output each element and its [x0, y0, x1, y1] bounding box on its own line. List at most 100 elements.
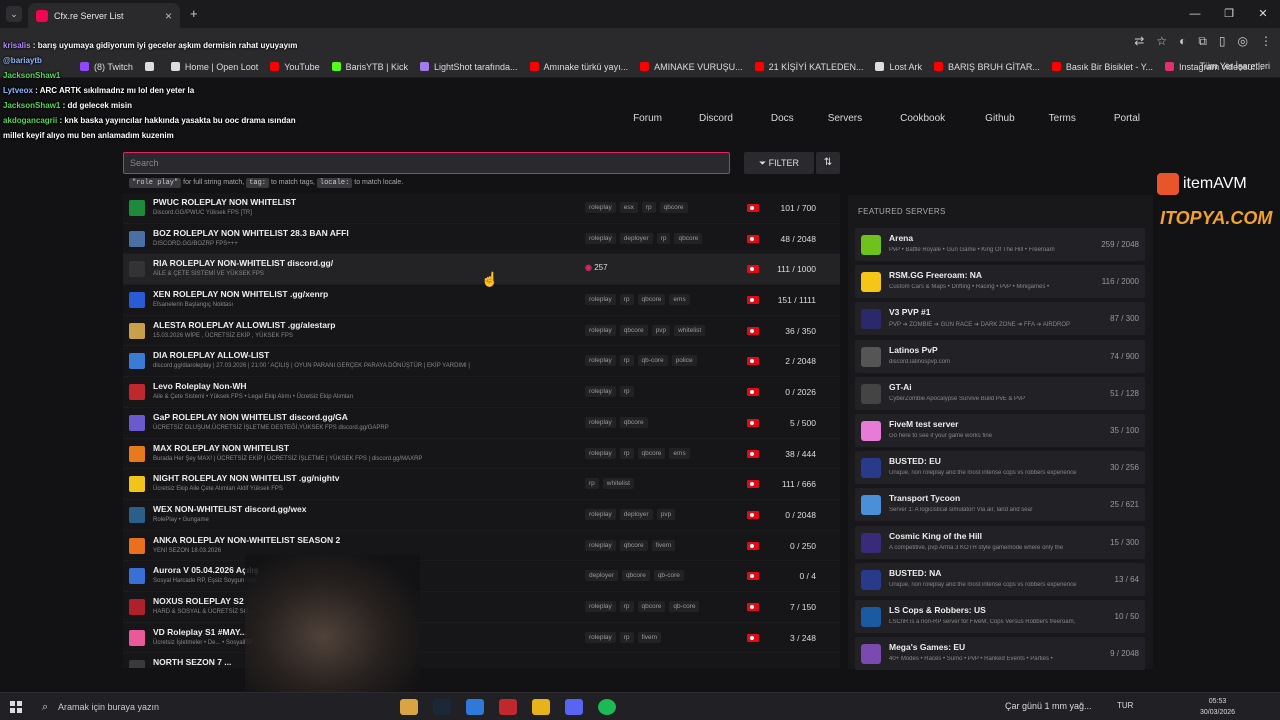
- tag[interactable]: roleplay: [585, 416, 616, 428]
- tag[interactable]: rp: [656, 232, 671, 244]
- tag[interactable]: roleplay: [585, 600, 616, 612]
- bookmark-star-icon[interactable]: ☆: [1156, 34, 1167, 49]
- server-row[interactable]: Aurora V 05.04.2026 Açılış Sosyal Harcade…: [123, 561, 840, 592]
- tag[interactable]: roleplay: [585, 232, 616, 244]
- minimize-icon[interactable]: —: [1178, 0, 1212, 28]
- close-tab-icon[interactable]: ×: [165, 9, 172, 23]
- nav-link-portal[interactable]: Portal: [1114, 113, 1140, 124]
- tag[interactable]: roleplay: [585, 447, 616, 459]
- tag[interactable]: rp: [619, 631, 634, 643]
- tag[interactable]: deployer: [619, 232, 653, 244]
- profile-icon[interactable]: ◎: [1238, 34, 1248, 49]
- tag[interactable]: deployer: [619, 508, 653, 520]
- tag[interactable]: qbcore: [619, 539, 648, 551]
- server-row[interactable]: NORTH SEZON 7 ...: [123, 653, 840, 668]
- filter-button[interactable]: ⏷ FILTER: [744, 152, 814, 174]
- tag[interactable]: qbcore: [619, 324, 648, 336]
- tag[interactable]: fivem: [637, 631, 662, 643]
- server-row[interactable]: DIA ROLEPLAY ALLOW-LIST discord.gg/diarol…: [123, 346, 840, 378]
- featured-server-item[interactable]: Cosmic King of the Hill A competitive, pv…: [855, 525, 1145, 559]
- tag[interactable]: roleplay: [585, 508, 616, 520]
- tag[interactable]: roleplay: [585, 202, 616, 213]
- tag[interactable]: rp: [619, 600, 634, 612]
- featured-server-item[interactable]: Arena PvP • Battle Royale • Gun Game • Ki…: [855, 228, 1145, 261]
- tag[interactable]: ems: [669, 294, 690, 306]
- tag[interactable]: roleplay: [585, 386, 616, 398]
- tag[interactable]: qbcore: [659, 202, 688, 213]
- tag[interactable]: qb-core: [669, 600, 700, 612]
- server-row[interactable]: XEN ROLEPLAY NON WHITELIST .gg/xenrp Efsa…: [123, 285, 840, 316]
- weather-widget[interactable]: Çar günü 1 mm yağ...: [1005, 701, 1092, 711]
- server-row[interactable]: WEX NON-WHITELIST discord.gg/wex RolePlay…: [123, 499, 840, 531]
- server-row[interactable]: NIGHT ROLEPLAY NON WHITELIST .gg/nightv Ü…: [123, 469, 840, 500]
- tag[interactable]: roleplay: [585, 631, 616, 643]
- discord-icon[interactable]: [565, 699, 583, 715]
- bookmark-item[interactable]: Lost Ark: [875, 62, 922, 72]
- server-row[interactable]: BOZ ROLEPLAY NON WHITELIST 28.3 BAN AFFI…: [123, 223, 840, 255]
- tag[interactable]: rp: [619, 447, 634, 459]
- tag[interactable]: qbcore: [637, 447, 666, 459]
- extension-icon[interactable]: ◐: [1179, 34, 1186, 49]
- sort-button[interactable]: ⇅: [816, 152, 840, 174]
- featured-server-item[interactable]: Mega's Games: EU 40+ Modes • Races • Sumo…: [855, 637, 1145, 671]
- app-red-icon[interactable]: [499, 699, 517, 715]
- tag[interactable]: qbcore: [619, 416, 648, 428]
- nav-link-docs[interactable]: Docs: [771, 113, 794, 124]
- bookmark-item[interactable]: LightShot tarafında...: [419, 62, 518, 72]
- tag[interactable]: whitelist: [602, 478, 634, 490]
- app-icon[interactable]: [466, 699, 484, 715]
- bookmark-item[interactable]: 21 KİŞİYİ KATLEDEN...: [754, 62, 863, 72]
- featured-server-item[interactable]: BUSTED: NA Unique, non roleplay and the m…: [855, 562, 1145, 596]
- featured-server-item[interactable]: BUSTED: EU Unique, non roleplay and the m…: [855, 451, 1145, 485]
- tag[interactable]: rp: [585, 478, 599, 490]
- bookmark-item[interactable]: BarisYTB | Kick: [331, 62, 408, 72]
- nav-link-forum[interactable]: Forum: [633, 113, 662, 124]
- translate-icon[interactable]: ⇄: [1134, 34, 1144, 49]
- tag[interactable]: pvp: [651, 324, 671, 336]
- close-window-icon[interactable]: ✕: [1246, 0, 1280, 28]
- tag[interactable]: police: [671, 355, 697, 367]
- bookmark-item[interactable]: Amınake türkü yayı...: [529, 62, 628, 72]
- file-explorer-icon[interactable]: [400, 699, 418, 715]
- tag[interactable]: fivem: [651, 539, 676, 551]
- featured-server-item[interactable]: FiveM test server Go here to see if your …: [855, 414, 1145, 447]
- tag[interactable]: roleplay: [585, 324, 616, 336]
- featured-server-item[interactable]: V3 PVP #1 PVP ➔ ZOMBIE ➔ GUN RACE ➔ DARK …: [855, 302, 1145, 336]
- server-row[interactable]: PWUC ROLEPLAY NON WHITELIST Discord.GG/PW…: [123, 193, 840, 224]
- featured-server-item[interactable]: Transport Tycoon Server 1: A logicistical…: [855, 488, 1145, 522]
- nav-link-discord[interactable]: Discord: [699, 113, 733, 124]
- server-row[interactable]: Levo Roleplay Non-WH Aile & Çete Sistemi …: [123, 377, 840, 408]
- tag[interactable]: qbcore: [674, 232, 703, 244]
- featured-server-item[interactable]: LS Cops & Robbers: US LSCnR is a non-RP s…: [855, 600, 1145, 633]
- featured-server-item[interactable]: Latinos PvP discord.latinospvp.com 74 / 90…: [855, 339, 1145, 373]
- bookmark-item[interactable]: BARIŞ BRUH GİTAR...: [933, 62, 1040, 72]
- featured-server-item[interactable]: RSM.GG Freeroam: NA Custom Cars & Maps • …: [855, 265, 1145, 299]
- chrome-icon[interactable]: [532, 699, 550, 715]
- tab-search-button[interactable]: ⌄: [6, 6, 22, 22]
- all-bookmarks[interactable]: Tüm Yer İşaretleri: [1199, 61, 1270, 71]
- tag[interactable]: ems: [669, 447, 690, 459]
- language-indicator[interactable]: TUR: [1117, 701, 1133, 710]
- bookmark-item[interactable]: Basık Bir Bisiklet - Y...: [1051, 62, 1153, 72]
- tag[interactable]: rp: [641, 202, 656, 213]
- tag[interactable]: qbcore: [637, 294, 666, 306]
- windows-start-icon[interactable]: [10, 701, 22, 713]
- browser-tab[interactable]: Cfx.re Server List ×: [28, 3, 180, 28]
- tag[interactable]: rp: [619, 355, 634, 367]
- spotify-icon[interactable]: [598, 699, 616, 715]
- nav-link-cookbook[interactable]: Cookbook: [900, 113, 945, 124]
- server-row[interactable]: ALESTA ROLEPLAY ALLOWLIST .gg/alestarp 15…: [123, 315, 840, 347]
- tag[interactable]: rp: [619, 386, 634, 398]
- search-input[interactable]: Search: [123, 152, 730, 174]
- tag[interactable]: rp: [619, 294, 634, 306]
- tag[interactable]: qb-core: [653, 570, 684, 582]
- steam-icon[interactable]: [433, 699, 451, 715]
- new-tab-button[interactable]: +: [190, 6, 198, 21]
- menu-icon[interactable]: ⋮: [1260, 34, 1272, 49]
- featured-server-item[interactable]: GT-Ai CyberZombie Apocalypse Survive Buil…: [855, 376, 1145, 410]
- nav-link-github[interactable]: Github: [985, 113, 1014, 124]
- server-row[interactable]: ANKA ROLEPLAY NON-WHITELIST SEASON 2 YENİ…: [123, 530, 840, 562]
- tag[interactable]: whitelist: [674, 324, 706, 336]
- tag[interactable]: roleplay: [585, 539, 616, 551]
- taskbar-search[interactable]: Aramak için buraya yazın: [36, 698, 236, 716]
